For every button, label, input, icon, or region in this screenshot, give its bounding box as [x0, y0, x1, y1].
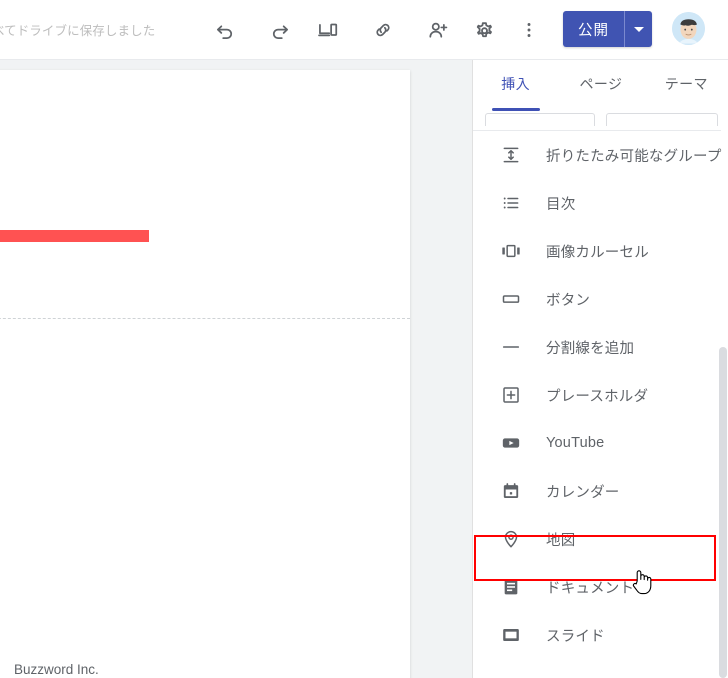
preview-devices-icon	[318, 23, 338, 37]
image-carousel-icon	[499, 239, 523, 263]
calendar-icon	[499, 479, 523, 503]
insert-item-label: カレンダー	[546, 484, 620, 501]
quick-action-button-1[interactable]	[485, 113, 595, 126]
save-status-text: べてドライブに保存しました	[0, 24, 156, 38]
insert-item-table-of-contents[interactable]: 目次	[473, 179, 728, 227]
insert-item-divider[interactable]: 分割線を追加	[473, 323, 728, 371]
insert-item-label: 目次	[546, 196, 576, 213]
tab-insert[interactable]: 挿入	[473, 60, 558, 111]
insert-item-label: スライド	[546, 628, 605, 645]
insert-item-label: 分割線を追加	[546, 340, 635, 357]
settings-button[interactable]	[467, 13, 501, 47]
footer-company-text: Buzzword Inc.	[14, 662, 99, 677]
preview-button[interactable]	[311, 13, 345, 47]
avatar-face-icon	[672, 12, 705, 45]
insert-item-calendar[interactable]: カレンダー	[473, 467, 728, 515]
link-icon	[376, 23, 390, 37]
insert-item-label: YouTube	[546, 435, 605, 451]
insert-item-label: 折りたたみ可能なグループ	[546, 148, 722, 165]
document-icon	[499, 575, 523, 599]
panel-scrollbar-track[interactable]	[718, 60, 728, 678]
insert-item-label: ドキュメント	[546, 580, 635, 597]
add-person-icon	[429, 22, 448, 38]
undo-icon	[216, 25, 233, 39]
insert-item-label: 地図	[546, 532, 576, 549]
insert-item-youtube[interactable]: YouTube	[473, 419, 728, 467]
publish-split-button: 公開	[563, 11, 652, 47]
insert-item-label: プレースホルダ	[546, 388, 649, 405]
panel-scrollbar-thumb[interactable]	[719, 347, 727, 678]
publish-dropdown-button[interactable]	[625, 11, 652, 47]
insert-item-collapsible-group[interactable]: 折りたたみ可能なグループ	[473, 131, 728, 179]
undo-button[interactable]	[208, 13, 242, 47]
share-button[interactable]	[421, 13, 455, 47]
redo-button[interactable]	[263, 13, 297, 47]
button-icon	[499, 287, 523, 311]
divider-icon	[499, 335, 523, 359]
insert-items-list: 折りたたみ可能なグループ 目次 画像カルーセル ボタン 分割線を追加 プレースホ…	[473, 131, 728, 678]
quick-action-button-2[interactable]	[606, 113, 718, 126]
avatar[interactable]	[672, 12, 705, 45]
google-sites-editor: べてドライブに保存しました 公開 Buzzword Inc. 挿入 ページ テー…	[0, 0, 728, 678]
insert-item-label: 画像カルーセル	[546, 244, 649, 261]
insert-item-slides[interactable]: スライド	[473, 611, 728, 659]
insert-item-document[interactable]: ドキュメント	[473, 563, 728, 611]
slides-icon	[499, 623, 523, 647]
vertical-dots-icon	[527, 23, 531, 37]
map-pin-icon	[499, 527, 523, 551]
insert-item-label: ボタン	[546, 292, 591, 309]
more-options-button[interactable]	[512, 13, 546, 47]
tab-themes[interactable]: テーマ	[644, 60, 728, 108]
document-canvas: ジ Buzzword Inc.	[0, 60, 472, 678]
insert-item-placeholder[interactable]: プレースホルダ	[473, 371, 728, 419]
tab-pages[interactable]: ページ	[558, 60, 643, 108]
insert-item-map[interactable]: 地図	[473, 515, 728, 563]
panel-tab-bar: 挿入 ページ テーマ	[473, 60, 728, 111]
table-of-contents-icon	[499, 191, 523, 215]
site-page[interactable]: ジ Buzzword Inc.	[0, 70, 410, 678]
redo-icon	[272, 25, 289, 39]
title-underline-bar	[0, 230, 149, 242]
collapsible-group-icon	[499, 143, 523, 167]
publish-button[interactable]: 公開	[563, 11, 624, 47]
insert-quick-actions-row	[473, 113, 728, 126]
chevron-down-icon	[633, 26, 644, 32]
gear-icon	[476, 21, 492, 37]
insert-side-panel: 挿入 ページ テーマ 折りたたみ可能なグループ 目次 画像カルーセル ボタン 分…	[472, 60, 728, 678]
insert-item-image-carousel[interactable]: 画像カルーセル	[473, 227, 728, 275]
section-divider	[0, 318, 410, 319]
insert-item-button[interactable]: ボタン	[473, 275, 728, 323]
placeholder-icon	[499, 383, 523, 407]
get-link-button[interactable]	[366, 13, 400, 47]
youtube-icon	[499, 431, 523, 455]
top-toolbar: べてドライブに保存しました 公開	[0, 0, 728, 59]
